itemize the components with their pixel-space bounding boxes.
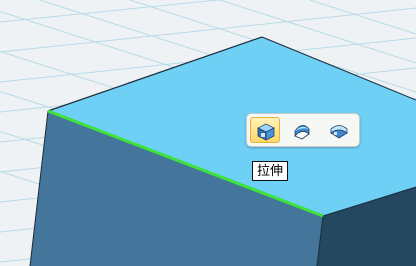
extrude-button[interactable] (250, 117, 280, 143)
sweep-icon (330, 125, 348, 139)
revolve-button[interactable] (287, 117, 317, 143)
revolve-icon (294, 125, 310, 140)
tooltip: 拉伸 (252, 161, 289, 181)
context-toolbar (246, 113, 360, 147)
sweep-button[interactable] (324, 117, 354, 143)
extrude-icon (257, 123, 275, 141)
